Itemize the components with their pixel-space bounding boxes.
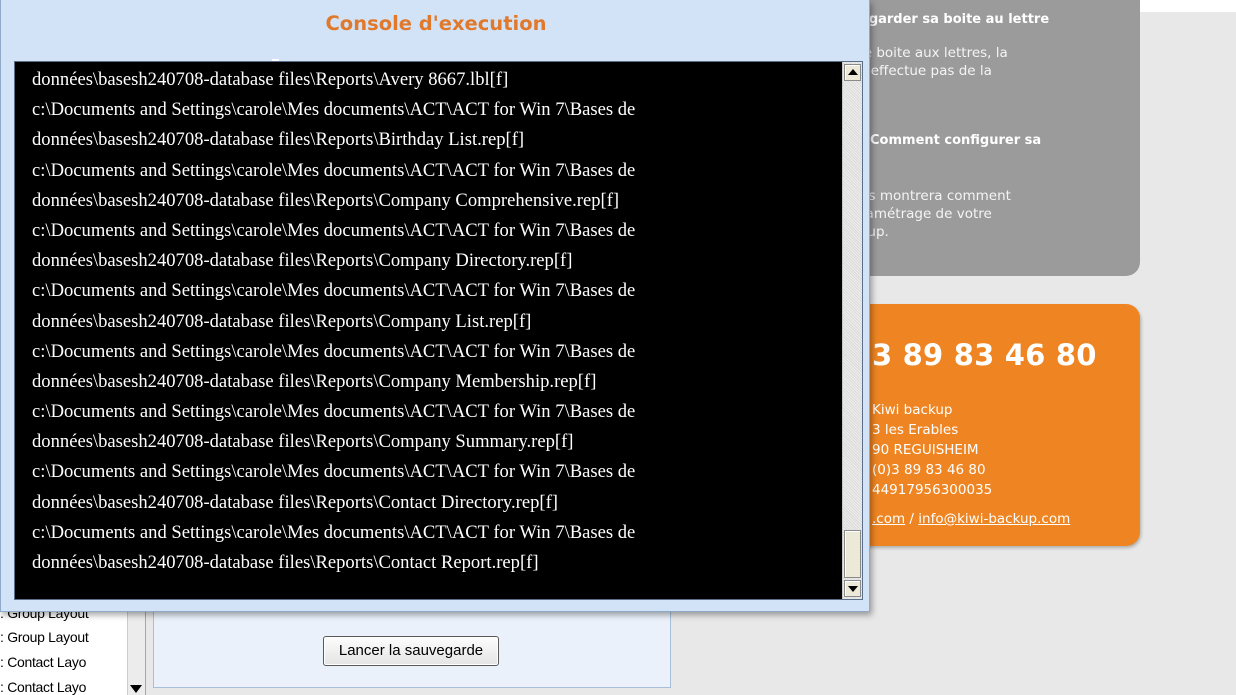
contact-address-line: (0)3 89 83 46 80 [872,462,986,478]
console-line: c:\Documents and Settings\carole\Mes doc… [32,219,636,241]
contact-address-line: 90 REGUISHEIM [872,442,979,458]
arrow-down-icon [848,586,858,592]
scroll-thumb[interactable] [844,530,861,578]
console-line: données\basesh240708-database files\Repo… [32,129,525,151]
console-title: Console d'execution [325,12,547,35]
console-line: c:\Documents and Settings\carole\Mes doc… [32,159,636,181]
console-line: données\basesh240708-database files\Repo… [32,552,539,573]
contact-address: Kiwi backup 3 les Erables 90 REGUISHEIM … [872,400,992,500]
console-line: données\basesh240708-database files\Repo… [32,69,509,90]
layout-listbox[interactable]: : Group Layout : Group Layout : Contact … [0,602,146,695]
email-link[interactable]: info@kiwi-backup.com [918,511,1070,527]
console-line: données\basesh240708-database files\Repo… [32,431,574,453]
contact-info-box: 3 89 83 46 80 Kiwi backup 3 les Erables … [850,304,1140,546]
contact-address-line: 3 les Erables [872,422,959,438]
console-line: données\basesh240708-database files\Repo… [32,189,620,211]
console-scrollbar[interactable] [842,62,862,599]
text-cursor [272,59,279,61]
list-item[interactable]: : Contact Layo [0,679,86,695]
start-backup-button[interactable]: Lancer la sauvegarde [323,636,499,666]
console-line: c:\Documents and Settings\carole\Mes doc… [32,99,636,121]
console-line: données\basesh240708-database files\Repo… [32,491,558,513]
console-line: c:\Documents and Settings\carole\Mes doc… [32,461,636,483]
scroll-up-button[interactable] [844,64,861,81]
help-text-2: us montrera comment ramétrage de votre k… [860,188,1011,240]
link-separator: / [905,511,919,527]
list-item[interactable]: : Contact Layo [0,654,86,676]
listbox-scrollbar[interactable] [127,602,145,695]
console-line: c:\Documents and Settings\carole\Mes doc… [32,340,636,362]
contact-phone: 3 89 83 46 80 [872,338,1097,372]
list-item[interactable]: : Group Layout [0,629,89,651]
contact-address-line: 44917956300035 [872,482,993,498]
console-output[interactable]: données\basesh240708-database files\Repo… [14,59,863,600]
arrow-up-icon [848,69,858,75]
console-lines: données\basesh240708-database files\Repo… [32,65,840,578]
chevron-down-icon[interactable] [130,685,142,693]
scroll-down-button[interactable] [844,580,861,597]
console-line: c:\Documents and Settings\carole\Mes doc… [32,521,636,543]
help-info-box: egarder sa boite au lettre le boite aux … [850,0,1140,276]
console-line: c:\Documents and Settings\carole\Mes doc… [32,401,636,423]
contact-address-line: Kiwi backup [872,402,953,418]
help-text-1: le boite aux lettres, la s'effectue pas … [860,45,1008,97]
contact-links: .com / info@kiwi-backup.com [872,511,1070,527]
console-line: données\basesh240708-database files\Repo… [32,310,532,332]
website-link[interactable]: .com [872,511,905,527]
console-line: c:\Documents and Settings\carole\Mes doc… [32,280,636,302]
help-heading: egarder sa boite au lettre [860,12,1050,27]
console-line: données\basesh240708-database files\Repo… [32,250,573,272]
console-line: données\basesh240708-database files\Repo… [32,370,597,392]
help-heading-2[interactable]: Comment configurer sa [870,133,1041,148]
execution-console-window: Console d'execution données\basesh240708… [0,0,870,612]
